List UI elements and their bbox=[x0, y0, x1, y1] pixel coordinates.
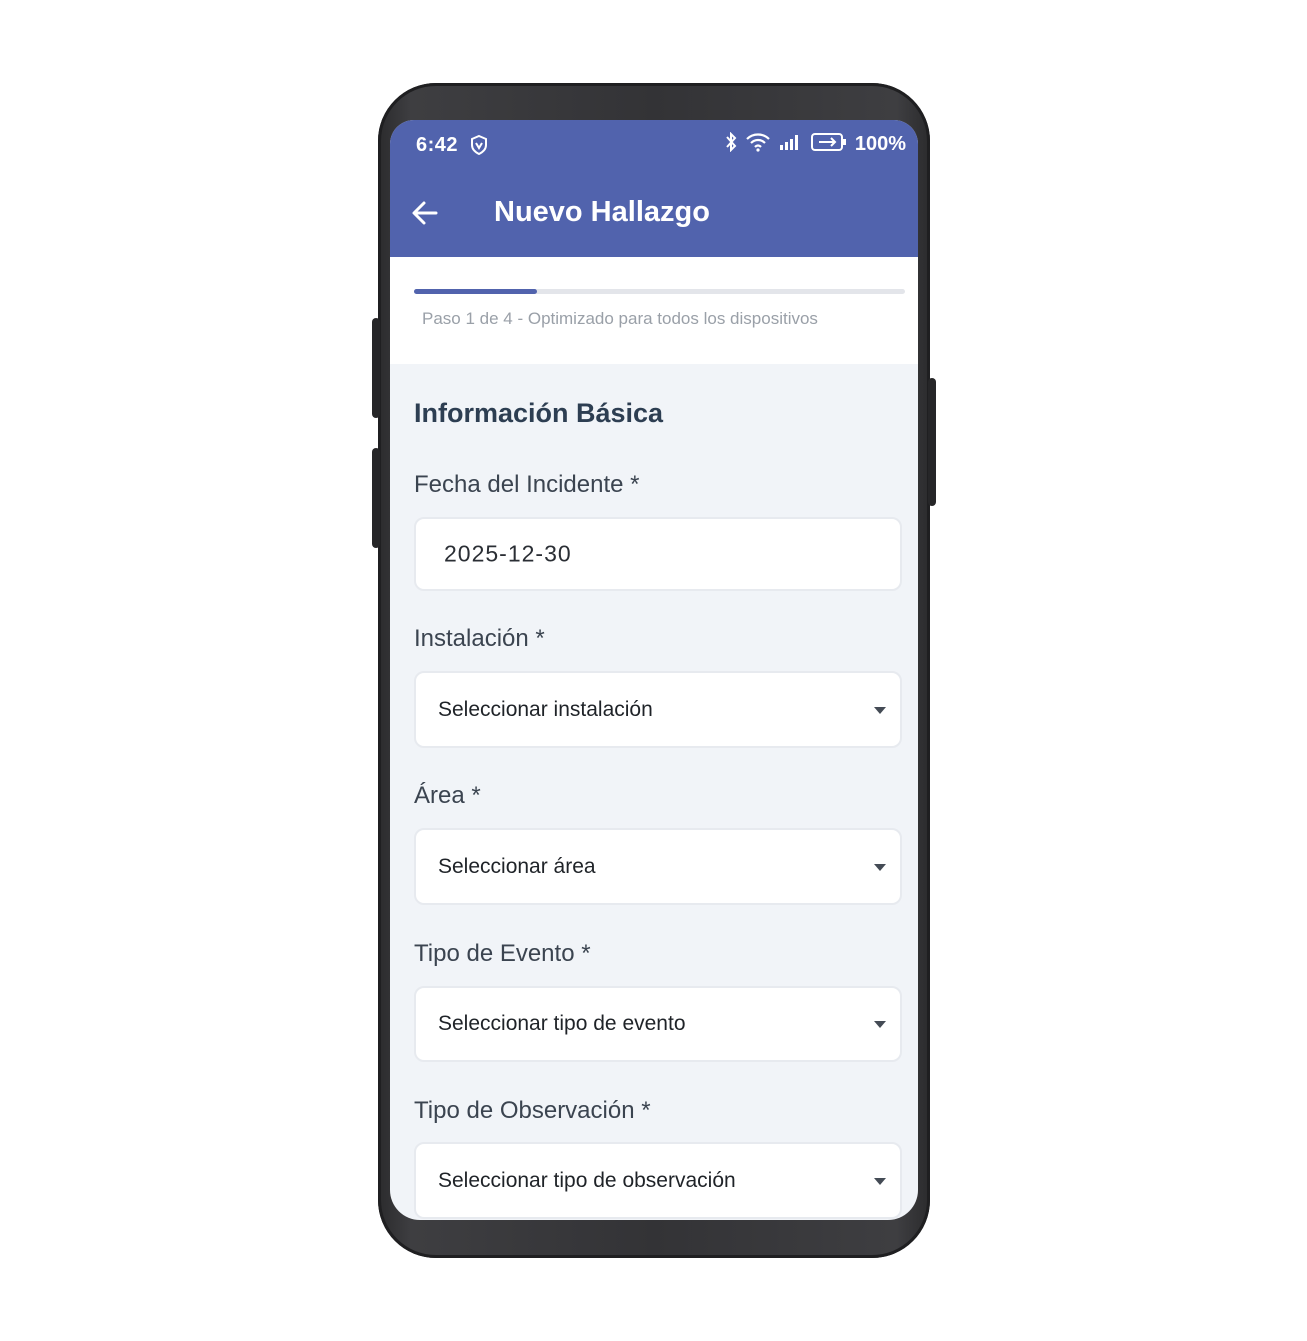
app-bar: 6:42 100% Nuevo Hallazgo bbox=[390, 120, 918, 257]
power-button bbox=[928, 378, 936, 506]
phone-frame: 6:42 100% Nuevo Hallazgo Paso 1 de 4 - O… bbox=[372, 83, 936, 1258]
stage: 6:42 100% Nuevo Hallazgo Paso 1 de 4 - O… bbox=[0, 0, 1307, 1341]
tipo-observacion-label: Tipo de Observación * bbox=[414, 1097, 651, 1124]
progress-bar-fill bbox=[414, 289, 537, 294]
bluetooth-icon bbox=[725, 131, 737, 157]
wifi-icon bbox=[745, 132, 771, 157]
arrow-left-icon[interactable] bbox=[410, 198, 440, 233]
status-icons: 100% bbox=[725, 131, 906, 157]
battery-percent: 100% bbox=[854, 133, 906, 155]
area-value: Seleccionar área bbox=[438, 854, 596, 878]
chevron-down-icon bbox=[874, 1177, 886, 1185]
volume-down-button bbox=[372, 448, 380, 548]
instalacion-value: Seleccionar instalación bbox=[438, 697, 653, 721]
signal-icon bbox=[779, 133, 803, 156]
area-select[interactable]: Seleccionar área bbox=[414, 828, 902, 905]
chevron-down-icon bbox=[874, 1021, 886, 1028]
phone-screen: 6:42 100% Nuevo Hallazgo Paso 1 de 4 - O… bbox=[390, 120, 918, 1220]
chevron-down-icon bbox=[874, 863, 886, 871]
section-title: Información Básica bbox=[414, 398, 664, 428]
fecha-input[interactable]: 2025-12-30 bbox=[414, 517, 902, 591]
page-title: Nuevo Hallazgo bbox=[494, 196, 710, 228]
shield-icon bbox=[470, 134, 488, 160]
tipo-evento-value: Seleccionar tipo de evento bbox=[438, 1012, 686, 1035]
chevron-down-icon bbox=[874, 706, 886, 714]
tipo-evento-select[interactable]: Seleccionar tipo de evento bbox=[414, 986, 902, 1062]
instalacion-label: Instalación * bbox=[414, 625, 545, 652]
area-label: Área * bbox=[414, 782, 481, 809]
progress-section: Paso 1 de 4 - Optimizado para todos los … bbox=[390, 257, 918, 364]
tipo-evento-label: Tipo de Evento * bbox=[414, 940, 591, 967]
status-time: 6:42 bbox=[416, 134, 459, 156]
fecha-value: 2025-12-30 bbox=[444, 540, 572, 567]
tipo-observacion-value: Seleccionar tipo de observación bbox=[438, 1168, 736, 1192]
progress-text: Paso 1 de 4 - Optimizado para todos los … bbox=[422, 309, 818, 328]
instalacion-select[interactable]: Seleccionar instalación bbox=[414, 671, 902, 748]
progress-bar bbox=[414, 289, 905, 294]
volume-up-button bbox=[372, 318, 380, 418]
fecha-label: Fecha del Incidente * bbox=[414, 471, 640, 498]
tipo-observacion-select[interactable]: Seleccionar tipo de observación bbox=[414, 1142, 902, 1219]
battery-icon bbox=[810, 132, 847, 157]
